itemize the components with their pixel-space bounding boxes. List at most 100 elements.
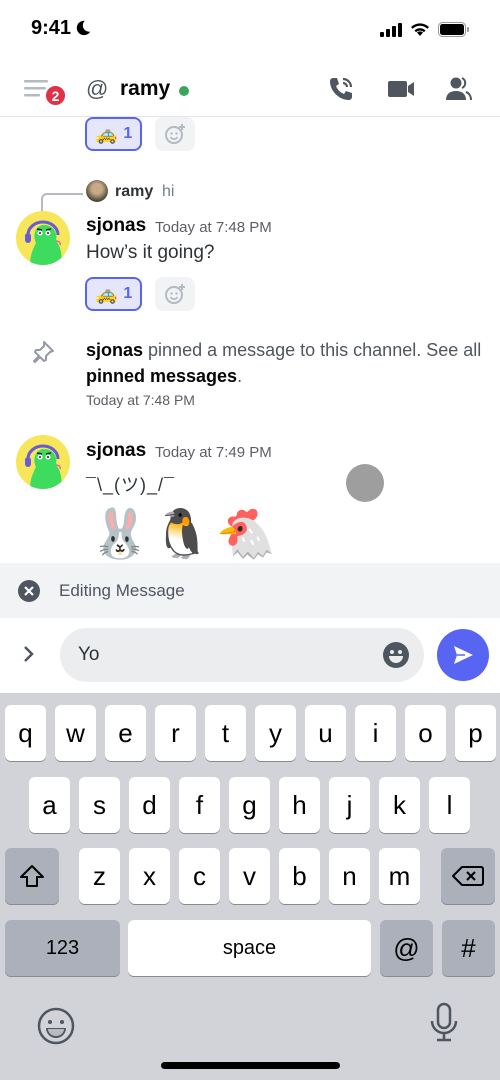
key-r[interactable]: r (155, 705, 196, 761)
key-g[interactable]: g (229, 777, 270, 833)
message-input[interactable] (78, 628, 378, 682)
message-timestamp: Today at 7:48 PM (155, 219, 272, 236)
backspace-icon (452, 866, 484, 886)
key-t[interactable]: t (205, 705, 246, 761)
user-avatar[interactable] (16, 211, 70, 265)
system-text: pinned a message to this channel. See al… (143, 340, 482, 360)
message-input-container (60, 628, 424, 682)
add-reaction-button[interactable] (155, 277, 195, 311)
editing-bar: Editing Message (0, 563, 500, 618)
send-icon (454, 646, 473, 664)
message-author[interactable]: sjonas (86, 440, 146, 462)
signal-icon (380, 22, 402, 37)
channel-name[interactable]: ramy (120, 77, 170, 101)
avatar-illustration (25, 444, 62, 489)
reply-avatar (86, 180, 108, 202)
chicken-emoji: 🐔 (216, 508, 276, 561)
user-avatar[interactable] (16, 435, 70, 489)
wifi-icon (411, 23, 429, 36)
numbers-key[interactable]: 123 (5, 920, 120, 976)
key-d[interactable]: d (129, 777, 170, 833)
key-k[interactable]: k (379, 777, 420, 833)
key-i[interactable]: i (355, 705, 396, 761)
key-n[interactable]: n (329, 848, 370, 904)
moon-icon (76, 20, 91, 36)
key-v[interactable]: v (229, 848, 270, 904)
taxi-emoji: 🚕 (95, 283, 118, 304)
members-icon (446, 77, 472, 101)
reaction-count: 1 (123, 285, 133, 302)
online-status-dot (179, 86, 189, 96)
system-text-end: . (237, 366, 243, 386)
microphone-icon (430, 1002, 458, 1042)
key-x[interactable]: x (129, 848, 170, 904)
message-author[interactable]: sjonas (86, 215, 146, 237)
key-c[interactable]: c (179, 848, 220, 904)
key-y[interactable]: y (255, 705, 296, 761)
dictation-button[interactable] (424, 1001, 464, 1042)
video-icon (388, 81, 414, 97)
key-f[interactable]: f (179, 777, 220, 833)
chevron-right-icon (24, 646, 34, 662)
emoji-picker-button[interactable] (382, 641, 410, 669)
add-reaction-icon (165, 284, 185, 304)
add-reaction-button[interactable] (155, 117, 195, 151)
unread-badge: 2 (44, 84, 67, 107)
avatar-illustration (25, 220, 62, 265)
message-content: How’s it going? (86, 242, 215, 263)
key-q[interactable]: q (5, 705, 46, 761)
at-icon: @ (86, 76, 109, 101)
key-z[interactable]: z (79, 848, 120, 904)
key-p[interactable]: p (455, 705, 496, 761)
call-button[interactable] (326, 74, 356, 104)
key-u[interactable]: u (305, 705, 346, 761)
close-icon (24, 586, 34, 596)
reaction-pill[interactable]: 🚕 1 (85, 277, 143, 311)
battery-icon (438, 22, 469, 37)
key-l[interactable]: l (429, 777, 470, 833)
home-indicator[interactable] (161, 1062, 340, 1069)
key-a[interactable]: a (29, 777, 70, 833)
reply-author[interactable]: ramy (115, 183, 153, 201)
system-author[interactable]: sjonas (86, 340, 143, 360)
composer (0, 618, 500, 693)
status-icons (380, 22, 470, 37)
hash-key[interactable]: # (442, 920, 495, 976)
video-button[interactable] (386, 74, 416, 104)
taxi-emoji: 🚕 (95, 123, 118, 144)
reply-preview[interactable]: hi (162, 183, 174, 201)
status-bar: 9:41 (0, 0, 500, 60)
key-o[interactable]: o (405, 705, 446, 761)
editing-label: Editing Message (59, 581, 185, 600)
send-button[interactable] (437, 629, 489, 681)
key-s[interactable]: s (79, 777, 120, 833)
key-w[interactable]: w (55, 705, 96, 761)
shift-key[interactable] (5, 848, 59, 904)
rabbit-emoji: 🐰 (90, 508, 150, 561)
members-button[interactable] (444, 74, 474, 104)
message-timestamp: Today at 7:49 PM (155, 444, 272, 461)
message-list[interactable]: 🚕 1 ramy hi sjonas Today at 7:48 PM How’… (0, 117, 500, 563)
penguin-emoji: 🐧 (152, 508, 212, 561)
key-j[interactable]: j (329, 777, 370, 833)
system-message: sjonas pinned a message to this channel.… (86, 337, 486, 389)
emoji-keyboard-button[interactable] (36, 1006, 76, 1046)
status-time: 9:41 (31, 17, 72, 39)
backspace-key[interactable] (441, 848, 495, 904)
key-m[interactable]: m (379, 848, 420, 904)
space-key[interactable]: space (128, 920, 371, 976)
reaction-pill[interactable]: 🚕 1 (85, 117, 143, 151)
at-key[interactable]: @ (380, 920, 433, 976)
reaction-count: 1 (123, 125, 133, 142)
cancel-edit-button[interactable] (18, 580, 40, 602)
key-e[interactable]: e (105, 705, 146, 761)
message-content: ¯\_(ツ)_/¯ (86, 475, 175, 495)
pinned-messages-link[interactable]: pinned messages (86, 366, 237, 386)
key-b[interactable]: b (279, 848, 320, 904)
pin-icon (33, 341, 54, 363)
call-icon (330, 77, 353, 100)
expand-button[interactable] (22, 644, 36, 670)
keyboard: 123 space @ # qwertyuiop asdfghjkl zxcvbnm (0, 693, 500, 1080)
key-h[interactable]: h (279, 777, 320, 833)
emoji-keyboard-icon (37, 1007, 75, 1045)
